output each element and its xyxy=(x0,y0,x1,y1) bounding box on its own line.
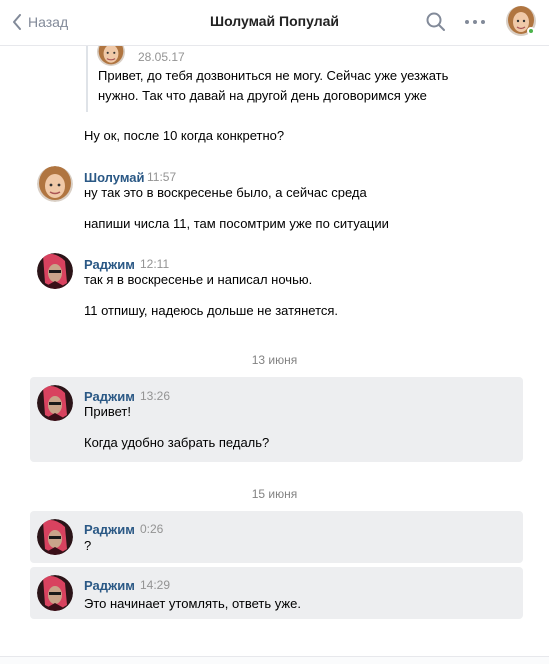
message-text: Когда удобно забрать педаль? xyxy=(84,435,270,450)
message-time[interactable]: 12:11 xyxy=(140,257,169,271)
message-author[interactable]: Раджим xyxy=(84,389,135,404)
more-horizontal-icon[interactable] xyxy=(463,11,487,33)
message-text: так я в воскресенье и написал ночью. xyxy=(84,272,313,287)
date-separator: 15 июня xyxy=(251,487,298,501)
message-time[interactable]: 11:57 xyxy=(147,170,176,184)
avatar[interactable] xyxy=(37,385,73,421)
composer-area-edge xyxy=(0,656,549,664)
chat-header: Назад Шолумай Популай xyxy=(0,0,549,46)
avatar[interactable] xyxy=(37,575,73,611)
message-text: ? xyxy=(84,538,92,553)
search-icon[interactable] xyxy=(425,11,447,33)
message-text: Ну ок, после 10 когда конкретно? xyxy=(84,128,285,143)
message-author[interactable]: Раджим xyxy=(84,578,135,593)
message-group-unread[interactable]: Раджим 0:26 ? xyxy=(30,511,523,563)
message-text: Привет! xyxy=(84,404,131,419)
message-date: 28.05.17 xyxy=(138,50,185,64)
message-text: ну так это в воскресенье было, а сейчас … xyxy=(84,185,367,200)
message-group-unread[interactable]: Раджим 13:26 Привет! Когда удобно забрат… xyxy=(30,377,523,462)
message-text: Это начинает утомлять, ответь уже. xyxy=(84,596,301,611)
message-group-unread[interactable]: Раджим 14:29 Это начинает утомлять, отве… xyxy=(30,567,523,619)
message-text: 11 отпишу, надеюсь дольше не затянется. xyxy=(84,303,339,318)
message-time[interactable]: 14:29 xyxy=(140,578,170,592)
forwarded-message[interactable]: 28.05.17 Привет, до тебя дозвониться не … xyxy=(86,38,486,112)
message-text: напиши числа 11, там посомтрим уже по си… xyxy=(84,216,389,231)
message-group: Шолумай 11:57 ну так это в воскресенье б… xyxy=(30,164,523,244)
message-group: Раджим 12:11 так я в воскресенье и напис… xyxy=(30,251,523,331)
message-author[interactable]: Шолумай xyxy=(84,170,145,185)
message-text: Привет, до тебя дозвониться не могу. Сей… xyxy=(98,68,449,103)
message-author[interactable]: Раджим xyxy=(84,522,135,537)
avatar[interactable] xyxy=(37,253,73,289)
message-time[interactable]: 13:26 xyxy=(140,389,170,403)
date-separator: 13 июня xyxy=(251,353,298,367)
online-indicator xyxy=(527,27,535,35)
avatar[interactable] xyxy=(37,166,73,202)
message-time[interactable]: 0:26 xyxy=(140,522,163,536)
message-author[interactable]: Раджим xyxy=(84,257,135,272)
avatar[interactable] xyxy=(37,519,73,555)
